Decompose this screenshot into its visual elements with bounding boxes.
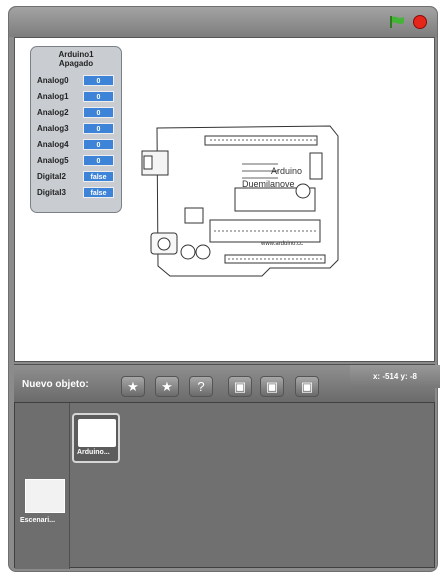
arduino-import-button[interactable]: ▣ <box>295 376 319 397</box>
arduino-export-button[interactable]: ▣ <box>260 376 284 397</box>
mouse-coordinates: x: -514 y: -8 <box>350 365 440 388</box>
watcher-row: Analog4 0 <box>37 138 119 152</box>
title-bar <box>9 7 437 37</box>
surprise-sprite-button[interactable]: ? <box>189 376 213 397</box>
stop-icon[interactable] <box>413 15 427 29</box>
green-flag-icon[interactable] <box>389 15 405 29</box>
watcher-row: Analog5 0 <box>37 154 119 168</box>
svg-text:Duemilanove: Duemilanove <box>242 179 295 189</box>
arduino-sprite-button[interactable]: ▣ <box>228 376 252 397</box>
sensor-watcher: Arduino1 Apagado Analog0 0 Analog1 0 Analo… <box>30 46 122 213</box>
svg-text:www.arduino.cc: www.arduino.cc <box>260 241 303 247</box>
app-window: Arduino1 Apagado Analog0 0 Analog1 0 Analo… <box>8 6 440 572</box>
watcher-row: Digital3 false <box>37 186 119 200</box>
robot-export-icon: ▣ <box>265 379 279 394</box>
choose-sprite-file-button[interactable]: ★ <box>155 376 179 397</box>
svg-text:Arduino: Arduino <box>271 166 302 176</box>
stage[interactable]: Arduino1 Apagado Analog0 0 Analog1 0 Analo… <box>14 37 435 362</box>
watcher-row: Analog0 0 <box>37 74 119 88</box>
watcher-row: Analog2 0 <box>37 106 119 120</box>
robot-import-icon: ▣ <box>300 379 314 394</box>
stage-label: Escenari... <box>20 517 56 524</box>
watcher-row: Digital2 false <box>37 170 119 184</box>
arduino-board-sprite[interactable]: Arduino Duemilanove www.arduino.cc <box>130 118 345 280</box>
watcher-title: Arduino1 Apagado <box>58 50 94 68</box>
new-sprite-label: Nuevo objeto: <box>22 379 89 390</box>
question-star-icon: ? <box>197 379 205 394</box>
sprite-toolbar: x: -514 y: -8 Nuevo objeto: ★ ★ ? ▣ ▣ ▣ <box>14 364 440 402</box>
stage-thumbnail[interactable] <box>25 479 65 513</box>
watcher-row: Analog1 0 <box>37 90 119 104</box>
paint-new-sprite-button[interactable]: ★ <box>121 376 145 397</box>
watcher-row: Analog3 0 <box>37 122 119 136</box>
sprite-thumbnail[interactable]: Arduino... <box>72 413 120 463</box>
sprite-label: Arduino... <box>77 449 110 456</box>
paint-star-icon: ★ <box>127 379 139 394</box>
robot-icon: ▣ <box>233 379 247 394</box>
stage-column: Escenari... <box>15 403 70 569</box>
sprite-library: Escenari... Arduino... <box>14 402 435 569</box>
folder-star-icon: ★ <box>161 379 173 394</box>
sprite-board-icon <box>78 419 116 447</box>
